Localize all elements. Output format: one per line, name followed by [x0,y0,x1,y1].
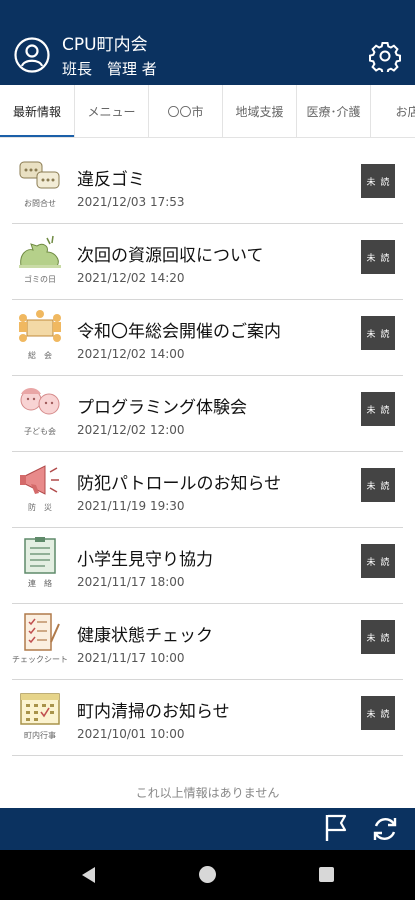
item-date: 2021/12/02 14:00 [77,347,185,361]
badge-char: 未 [366,405,376,416]
category-label: 連 絡 [28,579,52,588]
recent-apps-icon[interactable] [319,867,334,882]
bottom-toolbar [0,808,415,850]
item-date: 2021/12/02 12:00 [77,423,185,437]
item-thumbnail: 連 絡 [16,536,64,596]
unread-badge[interactable]: 未読 [361,620,395,654]
badge-char: 未 [366,253,376,264]
badge-char: 読 [380,633,390,644]
item-date: 2021/11/17 18:00 [77,575,185,589]
list-item[interactable]: チェックシート 健康状態チェック 2021/11/17 10:00 未読 [12,604,403,680]
category-label: ゴミの日 [24,275,56,284]
badge-char: 未 [366,557,376,568]
item-date: 2021/11/19 19:30 [77,499,185,513]
tab-city[interactable]: 〇〇市 [148,85,222,137]
tab-label: お店 [395,104,415,119]
item-date: 2021/12/03 17:53 [77,195,185,209]
category-label: 町内行事 [24,731,56,740]
end-of-list-note: これ以上情報はありません [135,786,280,800]
list-item[interactable]: 防 災 防犯パトロールのお知らせ 2021/11/19 19:30 未読 [12,452,403,528]
item-title: プログラミング体験会 [77,398,247,418]
gear-icon[interactable] [369,40,401,72]
unread-badge[interactable]: 未読 [361,696,395,730]
user-role: 班長 管理 者 [62,60,157,78]
garbage-bag-icon [19,235,61,268]
checklist-icon [24,613,60,651]
news-list: お問合せ 違反ゴミ 2021/12/03 17:53 未読 ゴミの日 次回の資源… [0,148,415,756]
list-item[interactable]: ゴミの日 次回の資源回収について 2021/12/02 14:20 未読 [12,224,403,300]
item-title: 健康状態チェック [77,626,213,646]
unread-badge[interactable]: 未読 [361,164,395,198]
badge-char: 読 [380,405,390,416]
category-label: 子ども会 [24,427,56,436]
item-thumbnail: お問合せ [16,156,64,216]
speech-bubbles-icon [19,161,60,189]
list-item[interactable]: 連 絡 小学生見守り協力 2021/11/17 18:00 未読 [12,528,403,604]
tab-label: 最新情報 [12,104,61,119]
back-icon[interactable] [80,866,96,884]
badge-char: 未 [366,633,376,644]
badge-char: 読 [380,253,390,264]
refresh-icon[interactable] [370,814,400,844]
item-title: 違反ゴミ [77,170,145,190]
tab-community-support[interactable]: 地域支援 [222,85,296,137]
tab-label: 医療･介護 [306,104,361,119]
category-label: お問合せ [24,199,56,208]
badge-char: 未 [366,481,376,492]
children-icon [20,388,60,415]
category-label: 総 会 [28,351,52,360]
megaphone-icon [20,465,59,495]
category-label: チェックシート [12,655,68,664]
category-tabs: 最新情報 メニュー 〇〇市 地域支援 医療･介護 お店 [0,85,415,138]
badge-char: 読 [380,177,390,188]
badge-char: 読 [380,481,390,492]
item-thumbnail: 防 災 [16,460,64,520]
badge-char: 未 [366,177,376,188]
item-thumbnail: ゴミの日 [16,232,64,292]
calendar-icon [20,693,60,725]
badge-char: 読 [380,709,390,720]
tab-latest[interactable]: 最新情報 [0,85,74,137]
flag-icon[interactable] [323,813,349,843]
item-thumbnail: チェックシート [12,612,68,672]
unread-badge[interactable]: 未読 [361,240,395,274]
list-item[interactable]: 子ども会 プログラミング体験会 2021/12/02 12:00 未読 [12,376,403,452]
item-date: 2021/12/02 14:20 [77,271,185,285]
item-thumbnail: 子ども会 [16,384,64,444]
item-thumbnail: 総 会 [16,308,64,368]
tab-label: メニュー [87,104,136,119]
home-icon[interactable] [199,866,216,883]
item-thumbnail: 町内行事 [16,688,64,748]
item-title: 防犯パトロールのお知らせ [77,474,282,494]
list-item[interactable]: お問合せ 違反ゴミ 2021/12/03 17:53 未読 [12,148,403,224]
category-label: 防 災 [28,503,52,512]
badge-char: 未 [366,329,376,340]
meeting-icon [19,310,61,342]
org-name: CPU町内会 [62,35,148,55]
tab-label: 地域支援 [235,104,284,119]
unread-badge[interactable]: 未読 [361,468,395,502]
item-title: 小学生見守り協力 [77,550,213,570]
item-date: 2021/10/01 10:00 [77,727,185,741]
tab-shops[interactable]: お店 [370,85,415,137]
unread-badge[interactable]: 未読 [361,316,395,350]
tab-medical-care[interactable]: 医療･介護 [296,85,370,137]
tab-menu[interactable]: メニュー [74,85,148,137]
badge-char: 未 [366,709,376,720]
badge-char: 読 [380,557,390,568]
active-tab-indicator [0,135,74,137]
badge-char: 読 [380,329,390,340]
item-date: 2021/11/17 10:00 [77,651,185,665]
user-avatar-icon[interactable] [14,37,50,73]
unread-badge[interactable]: 未読 [361,544,395,578]
notice-board-icon [24,537,56,574]
item-title: 次回の資源回収について [77,246,264,266]
list-item[interactable]: 総 会 令和〇年総会開催のご案内 2021/12/02 14:00 未読 [12,300,403,376]
list-item[interactable]: 町内行事 町内清掃のお知らせ 2021/10/01 10:00 未読 [12,680,403,756]
tab-label: 〇〇市 [167,104,204,119]
unread-badge[interactable]: 未読 [361,392,395,426]
item-title: 令和〇年総会開催のご案内 [77,322,281,342]
item-title: 町内清掃のお知らせ [77,702,230,722]
